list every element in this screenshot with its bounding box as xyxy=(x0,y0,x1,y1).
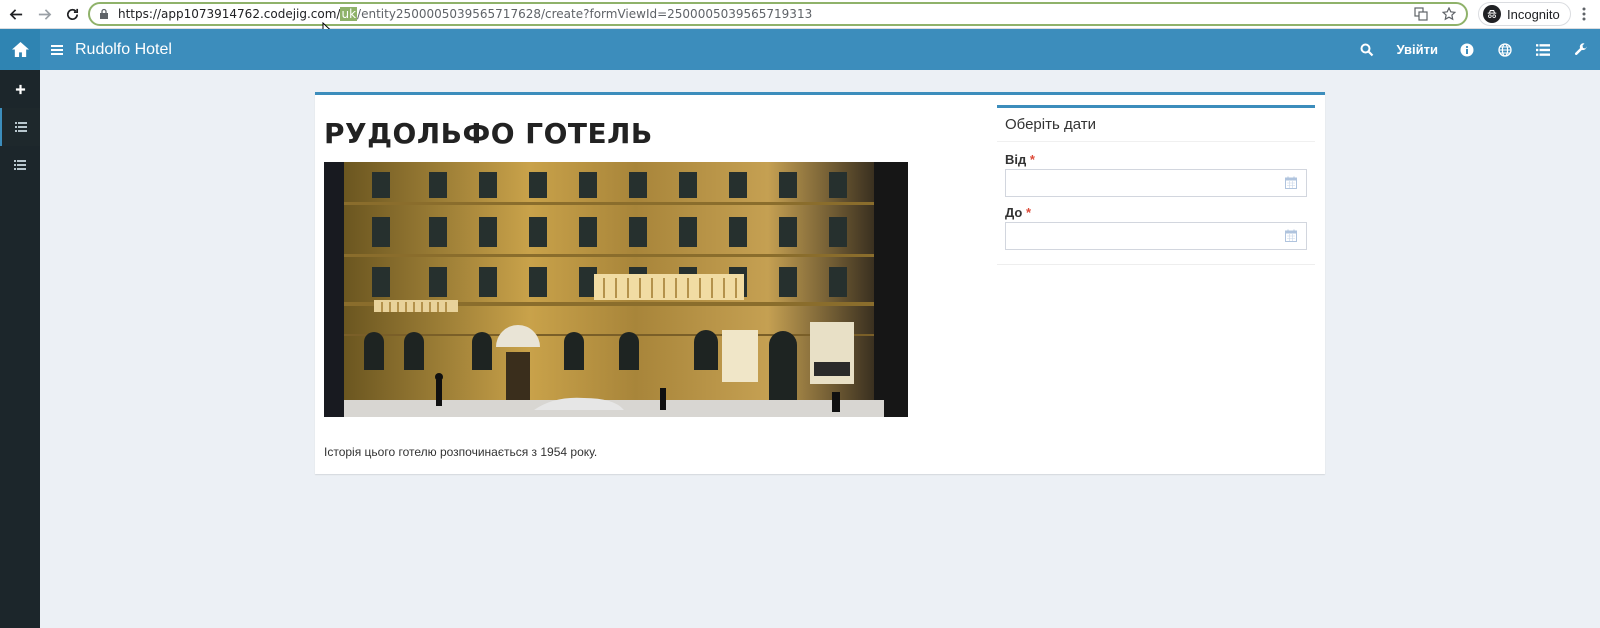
url-text: https://app1073914762.codejig.com/uk/ent… xyxy=(118,7,812,21)
browser-menu-button[interactable] xyxy=(1574,4,1594,24)
required-marker: * xyxy=(1026,205,1032,220)
url-prefix: https://app1073914762.codejig.com/ xyxy=(118,7,341,21)
list-icon xyxy=(15,122,27,132)
settings-button[interactable] xyxy=(1562,29,1600,70)
incognito-icon xyxy=(1483,5,1501,23)
back-button[interactable] xyxy=(4,2,28,26)
info-button[interactable] xyxy=(1448,29,1486,70)
incognito-badge[interactable]: Incognito xyxy=(1478,2,1571,26)
from-label: Від * xyxy=(1005,152,1035,167)
wrench-icon xyxy=(1574,42,1587,55)
incognito-label: Incognito xyxy=(1507,6,1560,22)
language-button[interactable] xyxy=(1486,29,1524,70)
more-vert-icon xyxy=(1582,7,1586,21)
hamburger-menu-icon[interactable] xyxy=(51,44,63,56)
to-date-input[interactable] xyxy=(1005,222,1307,250)
info-icon xyxy=(1460,43,1474,56)
date-panel-title: Оберіть дати xyxy=(1005,116,1096,133)
date-panel-divider xyxy=(997,141,1315,142)
search-button[interactable] xyxy=(1348,29,1386,70)
login-link[interactable]: Увійти xyxy=(1386,42,1448,57)
home-button[interactable] xyxy=(0,29,40,70)
hotel-history-text: Історія цього готелю розпочинається з 19… xyxy=(324,445,598,459)
sidebar-list-item-1[interactable] xyxy=(0,108,40,146)
from-date-input[interactable] xyxy=(1005,169,1307,197)
content-card: РУДОЛЬФО ГОТЕЛЬ Історія цього готелю роз… xyxy=(315,92,1325,474)
url-selected-segment: uk xyxy=(340,7,358,21)
address-bar[interactable]: https://app1073914762.codejig.com/uk/ent… xyxy=(88,2,1468,26)
url-suffix: /entity2500005039565717628/create?formVi… xyxy=(357,7,813,21)
sidebar-list-item-2[interactable] xyxy=(0,146,40,184)
app-header: Rudolfo Hotel Увійти xyxy=(40,29,1600,70)
calendar-icon[interactable] xyxy=(1285,176,1297,189)
hotel-building-image xyxy=(324,162,908,417)
lock-icon xyxy=(100,8,108,19)
from-label-text: Від xyxy=(1005,152,1027,167)
page-title: РУДОЛЬФО ГОТЕЛЬ xyxy=(324,117,653,150)
arrow-left-icon xyxy=(9,8,22,20)
app-title[interactable]: Rudolfo Hotel xyxy=(75,41,172,59)
browser-toolbar: https://app1073914762.codejig.com/uk/ent… xyxy=(0,0,1600,29)
globe-icon xyxy=(1498,42,1512,57)
reload-button[interactable] xyxy=(60,2,84,26)
reload-icon xyxy=(66,8,78,20)
required-marker: * xyxy=(1029,152,1035,167)
calendar-icon[interactable] xyxy=(1285,229,1297,242)
forward-button[interactable] xyxy=(32,2,56,26)
plus-icon xyxy=(15,84,25,94)
list-icon xyxy=(1536,43,1550,56)
arrow-right-icon xyxy=(38,8,51,20)
to-label: До * xyxy=(1005,205,1031,220)
list-icon xyxy=(14,160,26,170)
star-icon[interactable] xyxy=(1442,7,1456,21)
left-sidebar xyxy=(0,29,40,628)
hotel-photo xyxy=(324,162,908,417)
home-icon xyxy=(11,41,29,58)
sidebar-add-button[interactable] xyxy=(0,70,40,108)
date-selection-panel: Оберіть дати Від * До * xyxy=(997,105,1315,265)
search-icon xyxy=(1360,43,1374,56)
to-label-text: До xyxy=(1005,205,1023,220)
list-view-button[interactable] xyxy=(1524,29,1562,70)
translate-icon[interactable] xyxy=(1414,7,1428,21)
